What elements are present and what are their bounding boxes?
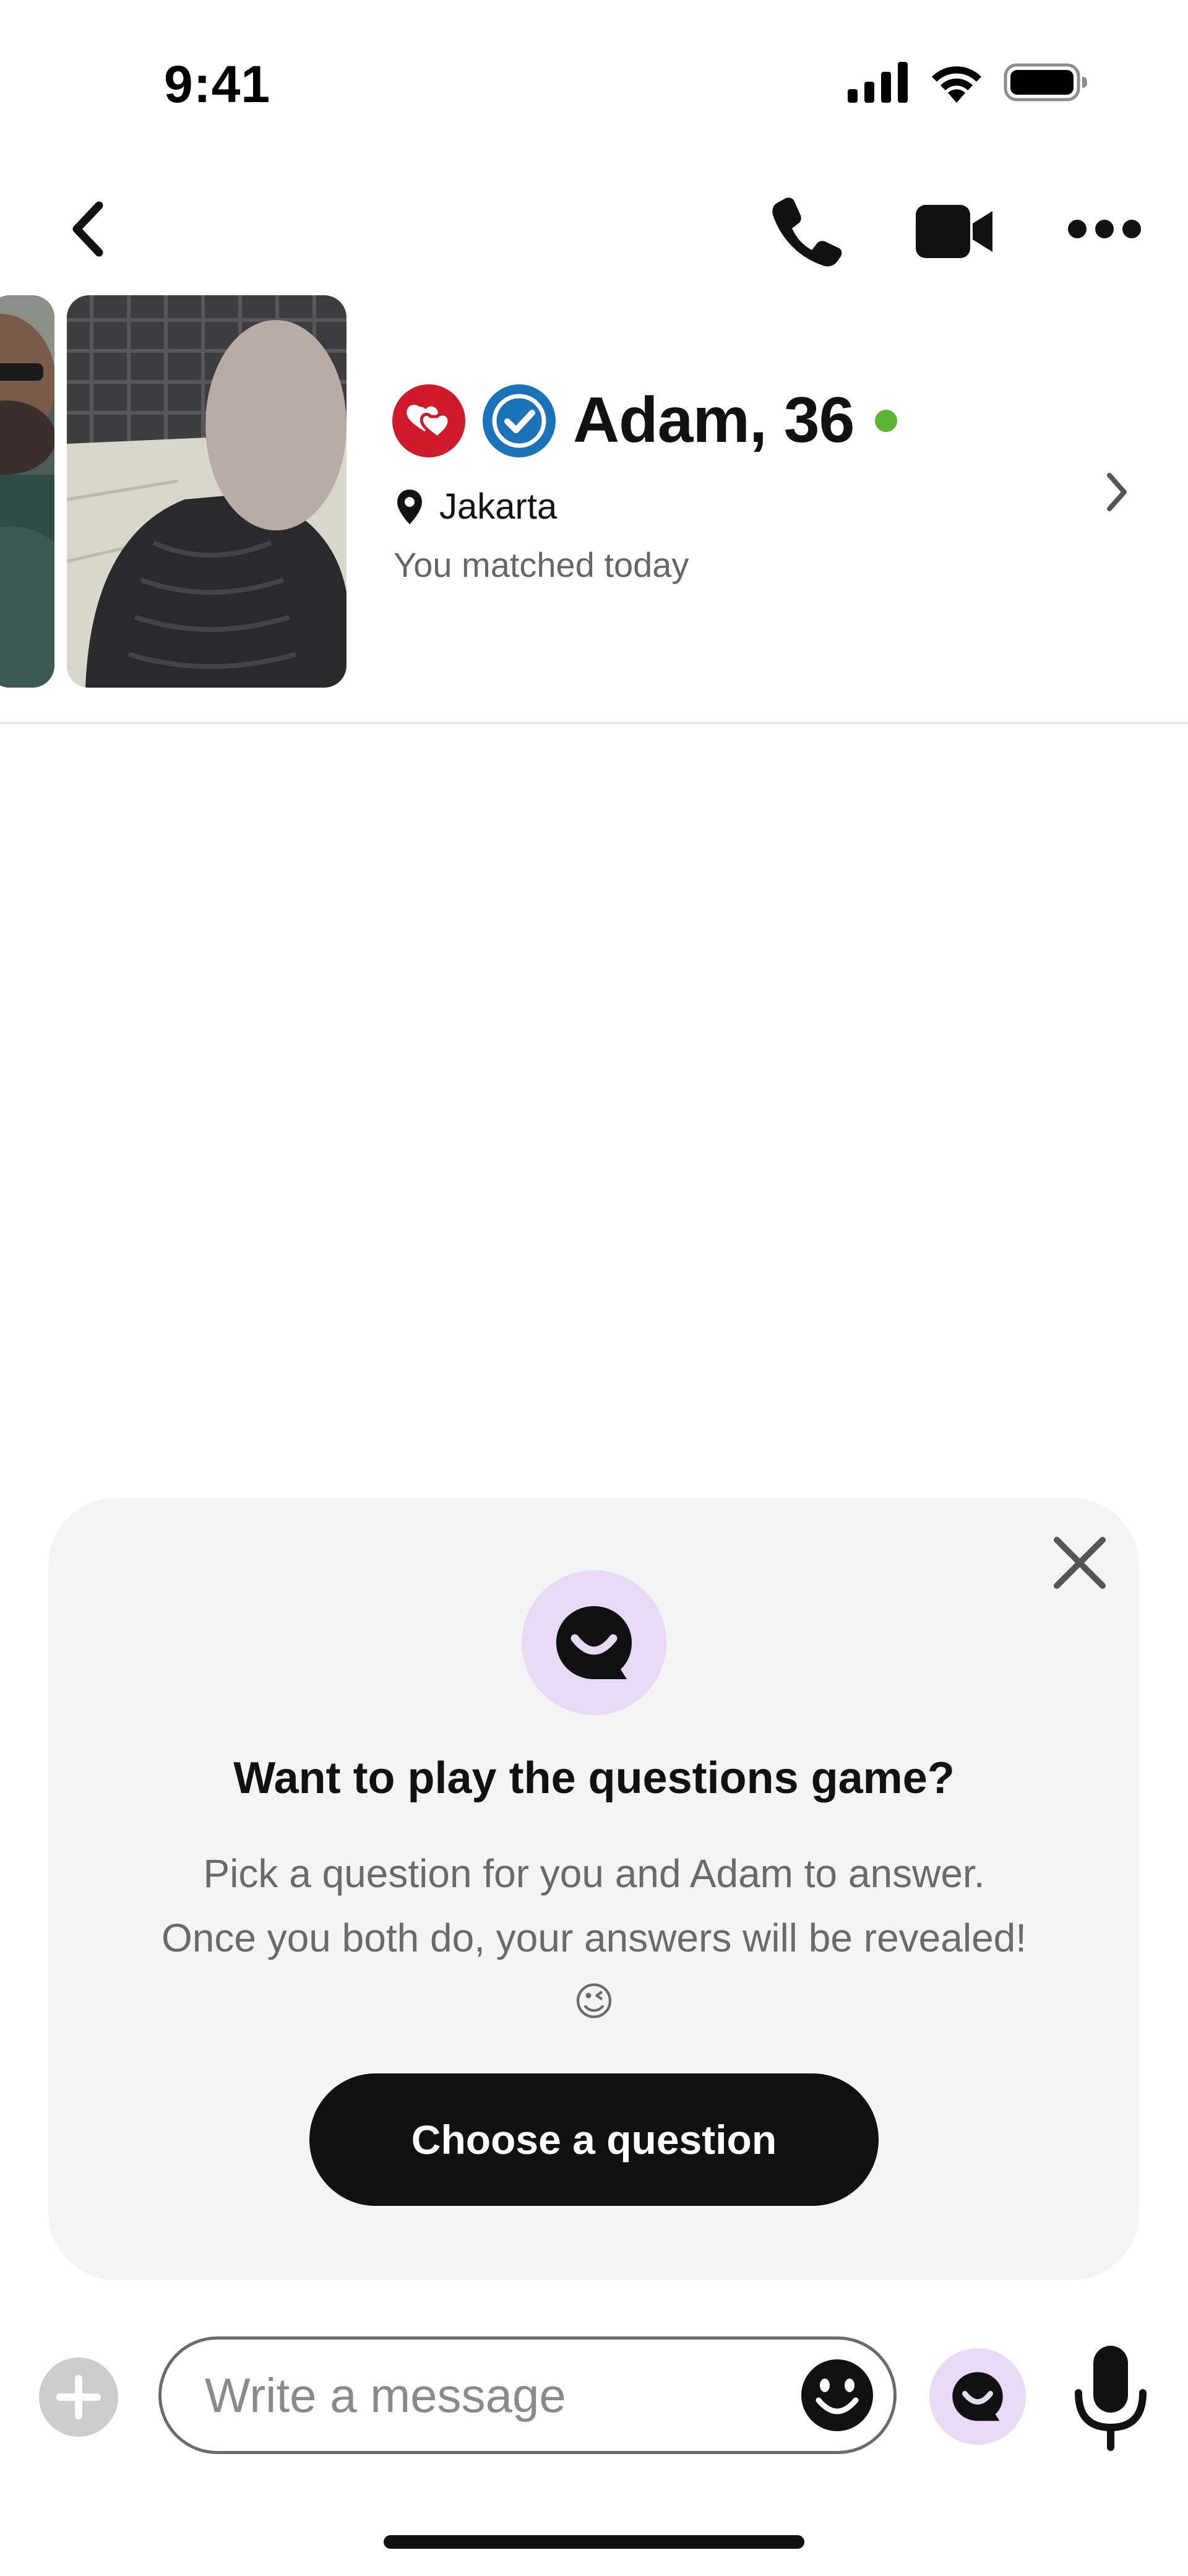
status-time: 9:41	[164, 55, 271, 113]
chat-screen: 9:41 Adam, 36 Jakarta You matched today …	[0, 0, 1188, 2576]
description-line-1: Pick a question for you and Adam to answ…	[203, 1851, 985, 1896]
profile-photo-main[interactable]	[67, 295, 346, 688]
voice-message-button[interactable]	[1064, 2340, 1157, 2457]
more-options-button[interactable]	[1064, 204, 1145, 254]
questions-game-icon	[522, 1570, 666, 1715]
message-input[interactable]	[205, 2340, 737, 2451]
photo-image	[67, 295, 346, 688]
back-button[interactable]	[57, 198, 119, 260]
wifi-icon	[932, 66, 981, 103]
cellular-signal-icon	[848, 62, 908, 103]
emoji-picker-button[interactable]	[799, 2357, 876, 2434]
microphone-icon	[1075, 2346, 1147, 2451]
choose-question-button[interactable]: Choose a question	[309, 2073, 879, 2206]
close-card-button[interactable]	[1046, 1529, 1114, 1597]
chevron-left-icon	[72, 201, 103, 257]
matched-status: You matched today	[394, 545, 689, 584]
phone-icon	[772, 197, 842, 267]
profile-photo-previous[interactable]	[0, 295, 54, 688]
plus-circle-icon	[39, 2358, 118, 2437]
wink-emoji: 😉	[573, 1979, 615, 2025]
message-field[interactable]	[158, 2336, 897, 2454]
profile-name: Adam, 36	[573, 384, 854, 456]
add-attachment-button[interactable]	[38, 2357, 119, 2437]
status-icons	[848, 62, 1089, 103]
video-call-button[interactable]	[915, 194, 995, 269]
verified-badge-icon	[483, 384, 556, 457]
video-camera-icon	[916, 205, 992, 258]
questions-game-icon	[929, 2348, 1026, 2445]
open-profile-button[interactable]	[1095, 467, 1138, 517]
questions-game-description: Pick a question for you and Adam to answ…	[87, 1841, 1101, 2034]
profile-location: Jakarta	[396, 486, 557, 527]
photo-image	[0, 295, 54, 688]
heart-badge-icon	[392, 384, 465, 457]
home-indicator	[384, 2535, 804, 2549]
battery-icon	[1004, 63, 1087, 102]
smiley-icon	[801, 2359, 873, 2431]
questions-game-title: Want to play the questions game?	[233, 1753, 955, 1803]
more-horizontal-icon	[1068, 220, 1141, 238]
location-pin-icon	[397, 489, 422, 524]
close-icon	[1054, 1537, 1106, 1589]
header-divider	[0, 722, 1188, 724]
online-status-dot	[875, 409, 898, 432]
description-line-2: Once you both do, your answers will be r…	[161, 1916, 1027, 1960]
chevron-right-icon	[1107, 473, 1127, 511]
call-button[interactable]	[767, 191, 848, 271]
questions-game-button[interactable]	[928, 2347, 1027, 2446]
profile-header[interactable]: Adam, 36	[392, 384, 898, 457]
location-text: Jakarta	[439, 486, 557, 527]
